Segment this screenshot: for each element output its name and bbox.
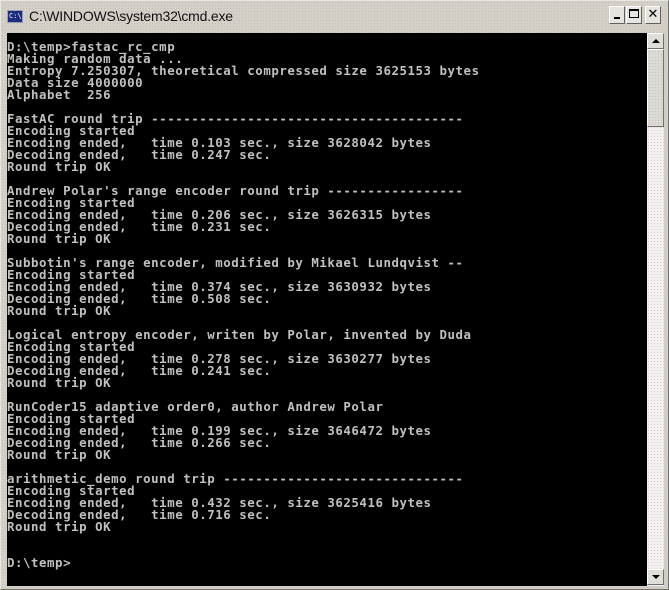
window-title: C:\WINDOWS\system32\cmd.exe <box>29 8 233 24</box>
cmd-app-icon[interactable]: C:\ <box>7 9 23 23</box>
console-line: Round trip OK <box>7 231 112 246</box>
maximize-icon <box>629 9 639 18</box>
vertical-scrollbar[interactable] <box>647 33 664 586</box>
console-line: Round trip OK <box>7 519 112 534</box>
console-line: Round trip OK <box>7 159 112 174</box>
console-line: D:\temp> <box>7 555 72 570</box>
title-bar[interactable]: C:\ C:\WINDOWS\system32\cmd.exe ✕ <box>4 4 665 28</box>
console-line: Round trip OK <box>7 447 112 462</box>
scroll-thumb[interactable] <box>647 49 664 127</box>
close-icon: ✕ <box>647 7 659 22</box>
scroll-up-button[interactable] <box>647 33 664 49</box>
minimize-button[interactable] <box>609 6 625 24</box>
arrow-down-icon <box>652 575 660 579</box>
close-button[interactable]: ✕ <box>645 6 661 24</box>
arrow-up-icon <box>652 39 660 43</box>
maximize-button[interactable] <box>626 6 642 24</box>
console-line: Alphabet 256 <box>7 87 112 102</box>
console-text: D:\temp>fastac_rc_cmp Making random data … <box>7 33 647 569</box>
console-output[interactable]: D:\temp>fastac_rc_cmp Making random data … <box>7 33 647 586</box>
minimize-icon <box>614 17 620 19</box>
console-line: Round trip OK <box>7 375 112 390</box>
scroll-down-button[interactable] <box>647 569 664 585</box>
console-line: Round trip OK <box>7 303 112 318</box>
window-controls: ✕ <box>608 6 661 24</box>
cmd-window: C:\ C:\WINDOWS\system32\cmd.exe ✕ D:\tem… <box>0 0 669 590</box>
